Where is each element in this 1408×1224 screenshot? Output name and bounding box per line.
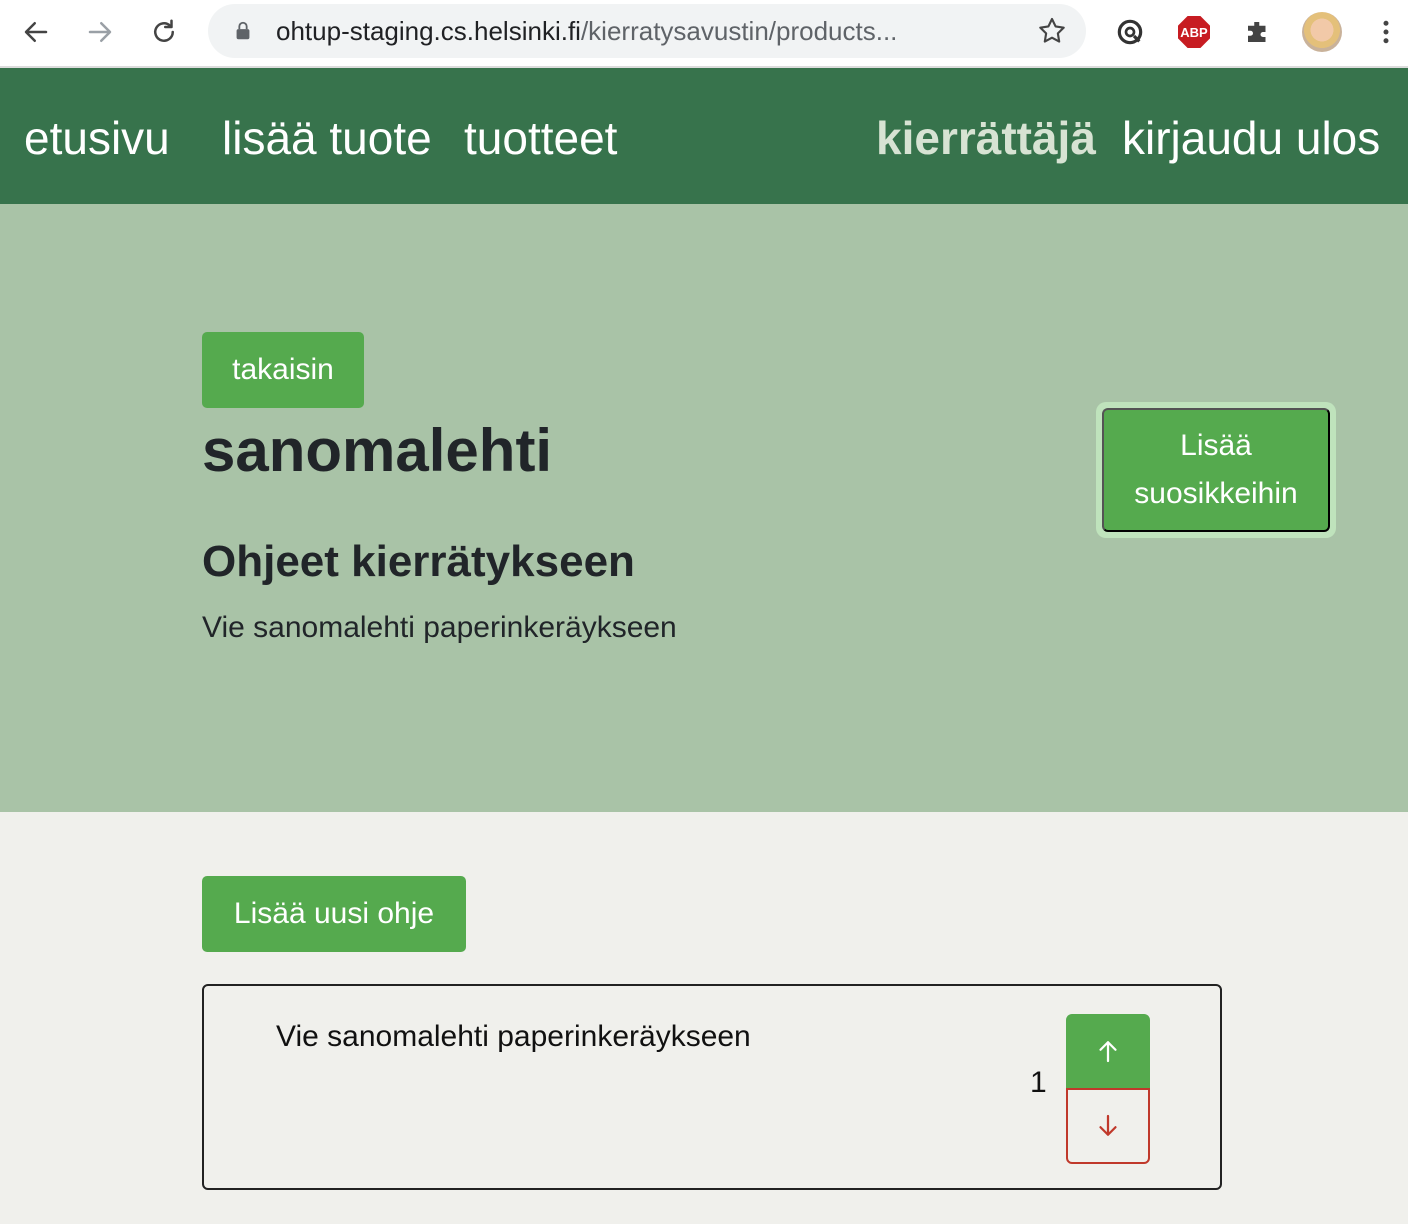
move-down-button[interactable]: [1066, 1088, 1150, 1164]
nav-logout-link[interactable]: kirjaudu ulos: [1122, 112, 1380, 164]
nav-products-link[interactable]: tuotteet: [464, 112, 617, 164]
product-header: takaisin sanomalehti Ohjeet kierrätyksee…: [0, 204, 1408, 812]
instruction-text: Vie sanomalehti paperinkeräykseen: [276, 1020, 751, 1053]
back-arrow-icon[interactable]: [16, 12, 56, 52]
kebab-menu-icon[interactable]: [1366, 12, 1406, 52]
nav-add-product-link[interactable]: lisää tuote: [222, 112, 432, 164]
add-instruction-button[interactable]: Lisää uusi ohje: [202, 876, 466, 952]
reload-icon[interactable]: [144, 12, 184, 52]
instructions-heading: Ohjeet kierrätykseen: [202, 537, 635, 586]
product-title: sanomalehti: [202, 417, 553, 484]
puzzle-icon[interactable]: [1238, 12, 1278, 52]
back-button[interactable]: takaisin: [202, 332, 364, 408]
instruction-card: Vie sanomalehti paperinkeräykseen 1: [202, 984, 1222, 1190]
avatar-image: [1302, 12, 1342, 52]
move-up-button[interactable]: [1066, 1014, 1150, 1088]
sync-icon[interactable]: [1110, 12, 1150, 52]
add-to-favorites-button[interactable]: Lisää suosikkeihin: [1102, 408, 1330, 532]
favorite-button-focus-ring: Lisää suosikkeihin: [1096, 402, 1336, 538]
lock-icon: [236, 21, 250, 40]
arrow-down-icon: [1099, 1114, 1117, 1136]
url-path: /kierratysavustin/products...: [580, 16, 898, 46]
app-navbar: etusivu lisää tuote tuotteet kierrättäjä…: [0, 68, 1408, 204]
url-host: ohtup-staging.cs.helsinki.fi: [276, 16, 581, 46]
url-text[interactable]: ohtup-staging.cs.helsinki.fi/kierratysav…: [276, 16, 1016, 47]
browser-toolbar: ohtup-staging.cs.helsinki.fi/kierratysav…: [0, 0, 1408, 68]
arrow-up-icon: [1099, 1041, 1117, 1063]
forward-arrow-icon[interactable]: [80, 12, 120, 52]
nav-home-link[interactable]: etusivu: [24, 112, 170, 164]
nav-username: kierrättäjä: [876, 112, 1096, 164]
profile-avatar[interactable]: [1302, 12, 1342, 52]
adblock-icon[interactable]: ABP: [1174, 12, 1214, 52]
adblock-label: ABP: [1178, 16, 1210, 48]
instruction-summary: Vie sanomalehti paperinkeräykseen: [202, 611, 677, 644]
instruction-order: 1: [1030, 1066, 1047, 1099]
address-bar[interactable]: ohtup-staging.cs.helsinki.fi/kierratysav…: [208, 4, 1086, 58]
star-icon[interactable]: [1036, 15, 1068, 47]
